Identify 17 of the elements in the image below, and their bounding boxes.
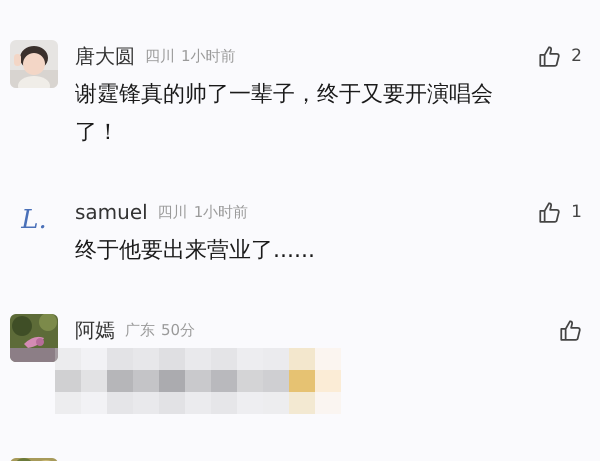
timestamp: 1小时前 <box>194 202 248 222</box>
thumbs-up-icon <box>537 44 562 68</box>
location: 四川 <box>158 202 188 222</box>
timestamp: 1小时前 <box>181 46 236 66</box>
user-name[interactable]: samuel <box>75 200 148 224</box>
location: 四川 <box>145 46 175 66</box>
user-name[interactable]: 唐大圆 <box>75 42 135 70</box>
like-button[interactable]: 2 <box>537 44 582 68</box>
user-name[interactable]: 阿嫣 <box>75 316 115 344</box>
like-button[interactable] <box>558 318 582 342</box>
comment-text: 终于他要出来营业了...... <box>75 237 316 265</box>
timestamp: 50分 <box>161 320 196 340</box>
like-button[interactable]: 1 <box>537 200 582 224</box>
location: 广东 <box>125 320 155 340</box>
comment-text: 谢霆锋真的帅了一辈子，终于又要开演唱会了！ <box>75 81 494 147</box>
thumbs-up-icon <box>537 200 562 224</box>
thumbs-up-icon <box>558 318 582 342</box>
